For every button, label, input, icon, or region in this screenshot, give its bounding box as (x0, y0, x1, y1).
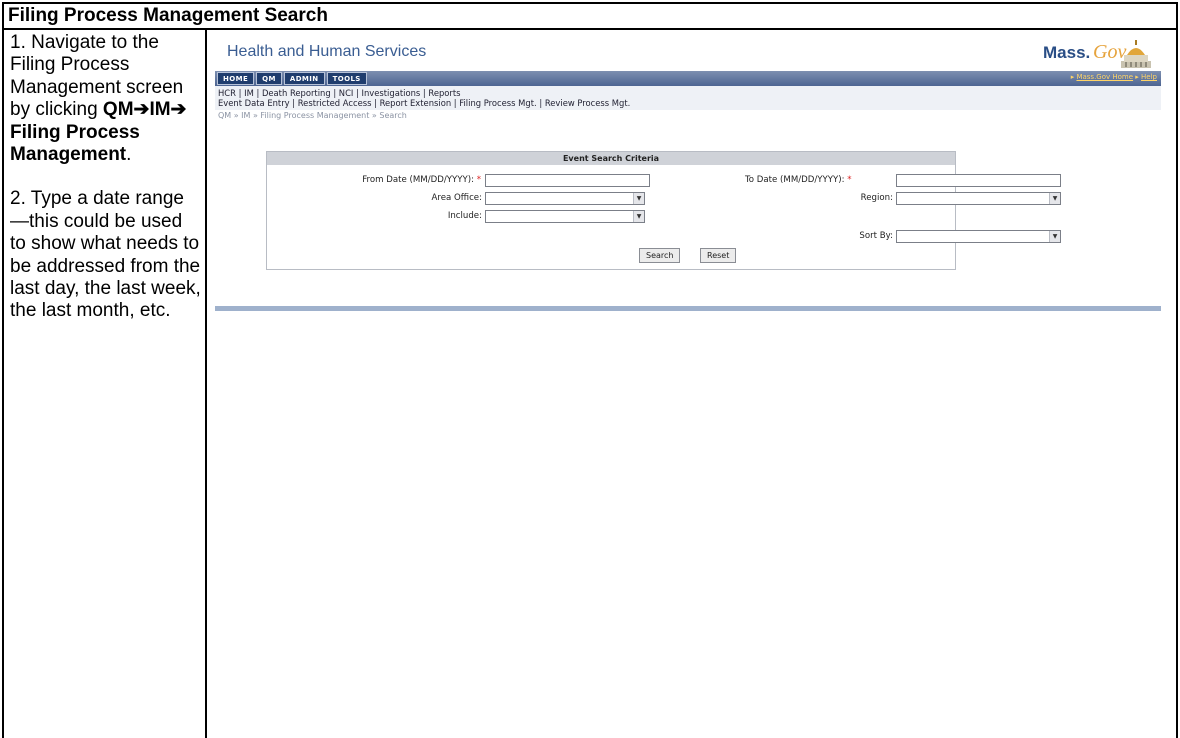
instructions-column: 1. Navigate to the Filing Process Manage… (10, 32, 202, 323)
column-divider (205, 30, 207, 738)
required-mark: * (847, 175, 852, 185)
search-button[interactable]: Search (639, 248, 681, 263)
page-title: Filing Process Management Search (4, 4, 1176, 30)
chevron-down-icon: ▼ (633, 193, 644, 204)
include-label: Include: (447, 211, 482, 221)
nav-tabs: HOME QM ADMIN TOOLS (217, 72, 367, 85)
form-header: Event Search Criteria (267, 152, 955, 165)
sub-nav: HCR | IM | Death Reporting | NCI | Inves… (215, 86, 1161, 110)
region-label: Region: (860, 193, 893, 203)
area-office-label: Area Office: (431, 193, 483, 203)
to-date-label-text: To Date (MM/DD/YYYY): (745, 175, 845, 185)
step-2: 2. Type a date range—this could be used … (10, 188, 201, 322)
from-date-label: From Date (MM/DD/YYYY): * (362, 175, 481, 185)
app-screenshot: Health and Human Services Mass. Gov HOME… (215, 37, 1161, 317)
breadcrumb: QM » IM » Filing Process Management » Se… (218, 111, 407, 120)
to-date-input[interactable] (896, 174, 1061, 187)
tab-home[interactable]: HOME (217, 72, 255, 85)
region-select[interactable]: ▼ (896, 192, 1061, 205)
from-date-input[interactable] (485, 174, 650, 187)
to-date-label: To Date (MM/DD/YYYY): * (745, 175, 852, 185)
tab-admin[interactable]: ADMIN (283, 72, 325, 85)
mass-gov-logo: Mass. Gov (1043, 37, 1155, 71)
event-search-form: Event Search Criteria From Date (MM/DD/Y… (266, 151, 1061, 270)
tab-tools[interactable]: TOOLS (326, 72, 367, 85)
step-1: 1. Navigate to the Filing Process Manage… (10, 32, 202, 166)
tab-qm[interactable]: QM (256, 72, 282, 85)
app-title: Health and Human Services (227, 43, 427, 60)
from-date-label-text: From Date (MM/DD/YYYY): (362, 175, 474, 185)
area-office-select[interactable]: ▼ (485, 192, 645, 205)
utility-links: ▸ Mass.Gov Home ▸ Help (1070, 73, 1157, 81)
help-link[interactable]: Help (1141, 73, 1157, 81)
state-house-icon (1121, 40, 1151, 68)
mass-gov-home-link[interactable]: Mass.Gov Home (1076, 73, 1133, 81)
top-nav-bar: HOME QM ADMIN TOOLS ▸ Mass.Gov Home ▸ He… (215, 71, 1161, 86)
chevron-down-icon: ▼ (633, 211, 644, 222)
sub-nav-row-2[interactable]: Event Data Entry | Restricted Access | R… (218, 98, 630, 108)
chevron-down-icon: ▼ (1049, 193, 1060, 204)
footer-bar (215, 306, 1161, 311)
sub-nav-row-1[interactable]: HCR | IM | Death Reporting | NCI | Inves… (218, 88, 461, 98)
required-mark: * (476, 175, 481, 185)
logo-mass-text: Mass. (1043, 43, 1091, 62)
include-select[interactable]: ▼ (485, 210, 645, 223)
step-1-end: . (126, 144, 132, 166)
sort-by-select[interactable]: ▼ (896, 230, 1061, 243)
chevron-down-icon: ▼ (1049, 231, 1060, 242)
reset-button[interactable]: Reset (700, 248, 737, 263)
sort-by-label: Sort By: (859, 231, 893, 241)
